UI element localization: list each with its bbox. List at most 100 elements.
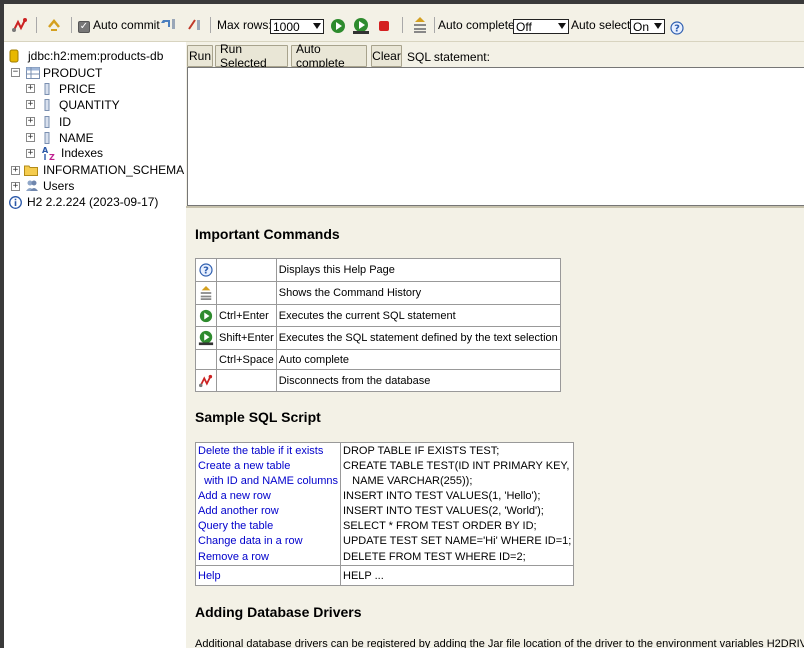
command-description: Displays this Help Page xyxy=(275,258,561,282)
commit-icon[interactable] xyxy=(186,15,204,35)
table-row: Disconnects from the database xyxy=(195,369,561,392)
svg-text:A: A xyxy=(42,146,49,155)
command-key xyxy=(216,369,277,392)
tree-schema[interactable]: INFORMATION_SCHEMA xyxy=(24,162,184,178)
help-icon[interactable]: ? xyxy=(670,18,684,38)
auto-commit-label: Auto commit xyxy=(93,18,160,32)
sample-link[interactable]: Query the table xyxy=(195,518,341,534)
column-icon xyxy=(44,132,50,144)
svg-text:?: ? xyxy=(674,24,680,35)
rollback-icon[interactable] xyxy=(160,15,178,35)
table-row: Query the table SELECT * FROM TEST ORDER… xyxy=(195,518,575,534)
sample-sql-table: Delete the table if it exists DROP TABLE… xyxy=(195,442,575,586)
table-row: with ID and NAME columns NAME VARCHAR(25… xyxy=(195,473,575,489)
disconnect-icon[interactable] xyxy=(12,15,28,35)
toolbar-separator xyxy=(210,17,211,33)
collapse-icon[interactable]: − xyxy=(11,68,20,77)
expand-icon[interactable]: + xyxy=(11,166,20,175)
history-icon xyxy=(195,281,217,305)
checkmark-icon: ✓ xyxy=(78,21,90,33)
disconnect-icon xyxy=(195,369,217,392)
help-panel: Important Commands ? Displays this Help … xyxy=(186,206,804,648)
query-panel: Run Run Selected Auto complete Clear SQL… xyxy=(186,42,804,206)
column-icon xyxy=(44,116,50,128)
column-label: NAME xyxy=(59,131,94,145)
auto-select-value: On xyxy=(633,19,650,34)
history-icon[interactable] xyxy=(412,15,428,35)
table-row: Help HELP ... xyxy=(195,565,575,586)
object-tree: jdbc:h2:mem:products-db − PRODUCT + PRIC… xyxy=(4,42,186,648)
table-icon xyxy=(26,67,40,79)
max-rows-label: Max rows: xyxy=(217,18,272,32)
expand-icon[interactable]: + xyxy=(26,133,35,142)
sql-editor[interactable] xyxy=(187,67,804,206)
clear-button[interactable]: Clear xyxy=(371,45,402,67)
max-rows-select[interactable]: 1000 xyxy=(270,19,324,34)
expand-icon[interactable]: + xyxy=(26,100,35,109)
auto-commit-checkbox[interactable]: ✓ xyxy=(78,17,90,37)
toolbar-separator xyxy=(402,17,403,33)
sample-link[interactable]: Add another row xyxy=(195,503,341,519)
expand-icon[interactable]: + xyxy=(11,182,20,191)
sample-link[interactable]: Remove a row xyxy=(195,548,341,566)
tree-column[interactable]: NAME xyxy=(43,130,94,146)
sample-link[interactable]: Add a new row xyxy=(195,488,341,504)
sample-link[interactable]: with ID and NAME columns xyxy=(195,473,341,489)
sample-link[interactable]: Delete the table if it exists xyxy=(195,442,341,459)
connection-label: jdbc:h2:mem:products-db xyxy=(28,49,164,63)
table-row: Add another row INSERT INTO TEST VALUES(… xyxy=(195,503,575,519)
sample-sql: CREATE TABLE TEST(ID INT PRIMARY KEY, xyxy=(339,458,575,474)
run-selected-icon xyxy=(195,326,217,350)
table-label: PRODUCT xyxy=(43,66,103,80)
sample-sql: DELETE FROM TEST WHERE ID=2; xyxy=(339,548,575,566)
command-key xyxy=(216,281,277,305)
sample-link[interactable]: Change data in a row xyxy=(195,533,341,549)
svg-text:Z: Z xyxy=(49,153,55,161)
index-icon: AZ xyxy=(42,146,55,161)
table-row: Change data in a row UPDATE TEST SET NAM… xyxy=(195,533,575,549)
auto-complete-select[interactable]: Off xyxy=(513,19,569,34)
info-icon xyxy=(9,195,22,209)
auto-complete-button[interactable]: Auto complete xyxy=(291,42,367,70)
indexes-label: Indexes xyxy=(61,146,104,160)
tree-column[interactable]: ID xyxy=(43,114,71,130)
help-icon: ? xyxy=(195,258,217,282)
expand-icon[interactable]: + xyxy=(26,149,35,158)
stop-icon[interactable] xyxy=(377,16,391,36)
run-selected-button[interactable]: Run Selected xyxy=(215,42,288,70)
refresh-icon[interactable] xyxy=(46,15,62,35)
table-row: Add a new row INSERT INTO TEST VALUES(1,… xyxy=(195,488,575,504)
run-button[interactable]: Run xyxy=(187,45,213,67)
schema-label: INFORMATION_SCHEMA xyxy=(43,163,185,177)
auto-complete-value: Off xyxy=(516,19,532,34)
run-icon xyxy=(195,304,217,327)
command-description: Auto complete xyxy=(275,349,561,370)
users-label: Users xyxy=(43,179,75,193)
sample-link[interactable]: Create a new table xyxy=(195,458,341,474)
tree-table-product[interactable]: PRODUCT xyxy=(26,65,102,81)
tree-connection[interactable]: jdbc:h2:mem:products-db xyxy=(8,48,163,64)
command-key: Ctrl+Enter xyxy=(216,304,277,327)
tree-column[interactable]: PRICE xyxy=(43,81,96,97)
auto-select-label: Auto select xyxy=(571,18,631,32)
help-link[interactable]: Help xyxy=(195,565,341,586)
sample-sql: HELP ... xyxy=(339,565,575,586)
tree-users[interactable]: Users xyxy=(25,178,74,194)
auto-complete-label: Auto complete xyxy=(438,18,515,32)
run-selected-icon[interactable] xyxy=(352,16,370,36)
chevron-down-icon xyxy=(313,23,321,29)
tree-indexes[interactable]: AZ Indexes xyxy=(41,145,103,161)
expand-icon[interactable]: + xyxy=(26,117,35,126)
sql-statement-label: SQL statement: xyxy=(407,50,490,64)
column-icon xyxy=(44,83,50,95)
command-key xyxy=(216,258,277,282)
auto-select-select[interactable]: On xyxy=(630,19,665,34)
sample-sql-title: Sample SQL Script xyxy=(195,409,321,425)
tree-column[interactable]: QUANTITY xyxy=(43,97,120,113)
sample-sql: NAME VARCHAR(255)); xyxy=(339,473,575,489)
expand-icon[interactable]: + xyxy=(26,84,35,93)
column-icon xyxy=(44,99,50,111)
run-icon[interactable] xyxy=(330,16,346,36)
commands-table: ? Displays this Help Page Shows the Comm… xyxy=(195,258,561,392)
toolbar-separator xyxy=(36,17,37,33)
